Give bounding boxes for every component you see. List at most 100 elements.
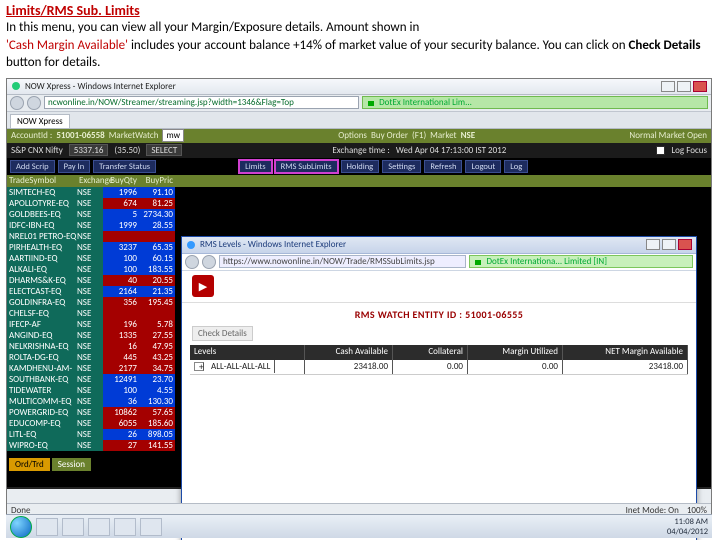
market-value: NSE (461, 130, 476, 141)
marketwatch-row[interactable]: TIDEWATERNSE1004.55 (7, 385, 179, 396)
back-button[interactable] (185, 255, 199, 269)
min-button[interactable] (661, 81, 675, 92)
doc-paragraph: In this menu, you can view all your Marg… (0, 19, 720, 76)
ie-icon (186, 240, 196, 250)
marketwatch-row[interactable]: NREL01 PETRO-EQNSE (7, 231, 179, 242)
marketwatch-row[interactable]: POWERGRID-EQNSE1086257.65 (7, 407, 179, 418)
cash-available-value: 23418.00 (305, 360, 393, 374)
rms-grid-row[interactable]: +ALL-ALL-ALL-ALL 23418.00 0.00 0.00 2341… (190, 360, 688, 375)
forward-button[interactable] (27, 96, 41, 110)
tab-session[interactable]: Session (52, 458, 91, 471)
marketwatch-row[interactable]: WIPRO-EQNSE27141.55 (7, 440, 179, 451)
ie-address-bar: ncwonline.in/NOW/Streamer/streaming.jsp?… (7, 95, 711, 112)
marketwatch-row[interactable]: ROLTA-DG-EQNSE44543.25 (7, 352, 179, 363)
marketwatch-row[interactable]: GOLDBEES-EQNSE52734.30 (7, 209, 179, 220)
account-id: 51001-06558 (56, 130, 104, 141)
back-button[interactable] (10, 96, 24, 110)
expand-icon[interactable]: + (194, 362, 204, 371)
col-collateral: Collateral (393, 345, 468, 360)
marketwatch-row[interactable]: DHARMS&K-EQNSE4020.55 (7, 275, 179, 286)
col-exchange: Exchange (77, 175, 103, 187)
col-symbol: TradeSymbol (7, 175, 77, 187)
forward-button[interactable] (202, 255, 216, 269)
browser-tab[interactable]: NOW Xpress (10, 114, 70, 128)
index-change: (35.50) (114, 145, 140, 156)
popup-titlebar[interactable]: RMS Levels - Windows Internet Explorer (182, 237, 696, 254)
doc-text: button for details. (6, 55, 100, 70)
windows-taskbar[interactable]: 11:08 AM 04/04/2012 (6, 514, 712, 538)
marketwatch-row[interactable]: IFECP-AFNSE1965.78 (7, 319, 179, 330)
collateral-value: 0.00 (393, 360, 468, 374)
marketwatch-row[interactable]: APOLLOTYRE-EQNSE67481.25 (7, 198, 179, 209)
now-logo-icon (192, 275, 214, 297)
col-buyprice: BuyPric (139, 175, 175, 187)
logfocus-checkbox[interactable] (656, 146, 665, 155)
nav-refresh[interactable]: Refresh (424, 160, 462, 173)
ssl-identity[interactable]: DotEx International Lim... (362, 96, 708, 109)
marketwatch-row[interactable]: ANGIND-EQNSE133527.55 (7, 330, 179, 341)
start-button[interactable] (10, 516, 32, 538)
tab-ord-trd[interactable]: Ord/Trd (9, 458, 50, 471)
close-button[interactable] (693, 81, 707, 92)
nav-limits[interactable]: Limits (239, 160, 271, 173)
col-margin-utilized: Margin Utilized (468, 345, 563, 360)
max-button[interactable] (677, 81, 691, 92)
ssl-identity[interactable]: DotEx Internationa... Limited [IN] (469, 255, 693, 268)
rms-grid: Levels Cash Available Collateral Margin … (190, 345, 688, 375)
system-clock[interactable]: 11:08 AM 04/04/2012 (667, 517, 708, 537)
nav-pay-in[interactable]: Pay In (58, 160, 91, 173)
doc-heading: Limits/RMS Sub. Limits (0, 0, 720, 19)
taskbar-app-icon[interactable] (114, 518, 136, 536)
ie-title-text: NOW Xpress - Windows Internet Explorer (25, 81, 657, 92)
marketwatch-row[interactable]: NELKRISHNA-EQNSE1647.95 (7, 341, 179, 352)
check-details-button[interactable]: Check Details (192, 326, 253, 341)
taskbar-explorer-icon[interactable] (62, 518, 84, 536)
ie-outer-window: NOW Xpress - Windows Internet Explorer n… (6, 78, 712, 518)
options-link[interactable]: Options (338, 130, 367, 141)
marketwatch-row[interactable]: IDFC-IBN-EQNSE199928.55 (7, 220, 179, 231)
marketwatch-select[interactable]: mw (162, 129, 184, 142)
ie-titlebar[interactable]: NOW Xpress - Windows Internet Explorer (7, 79, 711, 95)
min-button[interactable] (646, 239, 660, 250)
ie-tabbar: NOW Xpress (7, 112, 711, 129)
marketwatch-row[interactable]: AARTIIND-EQNSE10060.15 (7, 253, 179, 264)
nav-add-scrip[interactable]: Add Scrip (10, 160, 55, 173)
marketwatch-row[interactable]: EDUCOMP-EQNSE6055185.60 (7, 418, 179, 429)
marketwatch-row[interactable]: ELECTCAST-EQNSE216421.35 (7, 286, 179, 297)
taskbar-app-icon[interactable] (140, 518, 162, 536)
nav-logout[interactable]: Logout (465, 160, 501, 173)
max-button[interactable] (662, 239, 676, 250)
lock-icon (366, 98, 376, 108)
exchange-time: Wed Apr 04 17:13:00 IST 2012 (396, 145, 506, 156)
nav-holding[interactable]: Holding (341, 160, 380, 173)
rms-heading: RMS WATCH ENTITY ID : 51001-06555 (182, 303, 696, 324)
nav-rms-sublimits[interactable]: RMS SubLimits (275, 160, 338, 173)
marketwatch-row[interactable]: ALKALI-EQNSE100183.55 (7, 264, 179, 275)
marketwatch-row[interactable]: LITL-EQNSE26898.05 (7, 429, 179, 440)
doc-text: In this menu, you can view all your Marg… (6, 20, 419, 35)
marketwatch-row[interactable]: KAMDHENU-AM-NSENSE217734.75 (7, 363, 179, 374)
marketwatch-row[interactable]: CHELSF-EQNSE (7, 308, 179, 319)
taskbar-ie-icon[interactable] (36, 518, 58, 536)
level-value: ALL-ALL-ALL-ALL (207, 360, 275, 373)
taskbar-app-icon[interactable] (88, 518, 110, 536)
nav-log[interactable]: Log (504, 160, 528, 173)
app-topbar: AccountId : 51001-06558 MarketWatch mw O… (7, 129, 711, 143)
ie-icon (11, 81, 21, 91)
marketwatch-row[interactable]: MULTICOMM-EQNSE36130.30 (7, 396, 179, 407)
col-buyqty: BuyQty (103, 175, 139, 187)
close-button[interactable] (678, 239, 692, 250)
lock-icon (473, 257, 483, 267)
marketwatch-row[interactable]: SOUTHBANK-EQNSE1249123.70 (7, 374, 179, 385)
marketwatch-row[interactable]: GOLDINFRA-EQNSE356195.45 (7, 297, 179, 308)
buy-order-link[interactable]: Buy Order (371, 130, 408, 141)
nav-settings[interactable]: Settings (382, 160, 421, 173)
footer-tabs: Ord/Trd Session (7, 456, 93, 473)
select-button[interactable]: SELECT (146, 144, 182, 156)
url-field[interactable]: ncwonline.in/NOW/Streamer/streaming.jsp?… (44, 96, 359, 109)
f1-hint: (F1) (412, 130, 426, 141)
nav-transfer-status[interactable]: Transfer Status (93, 160, 156, 173)
marketwatch-row[interactable]: PIRHEALTH-EQNSE323765.35 (7, 242, 179, 253)
popup-url-field[interactable]: https://www.nowonline.in/NOW/Trade/RMSSu… (219, 255, 466, 268)
marketwatch-row[interactable]: SIMTECH-EQNSE199691.10 (7, 187, 179, 198)
